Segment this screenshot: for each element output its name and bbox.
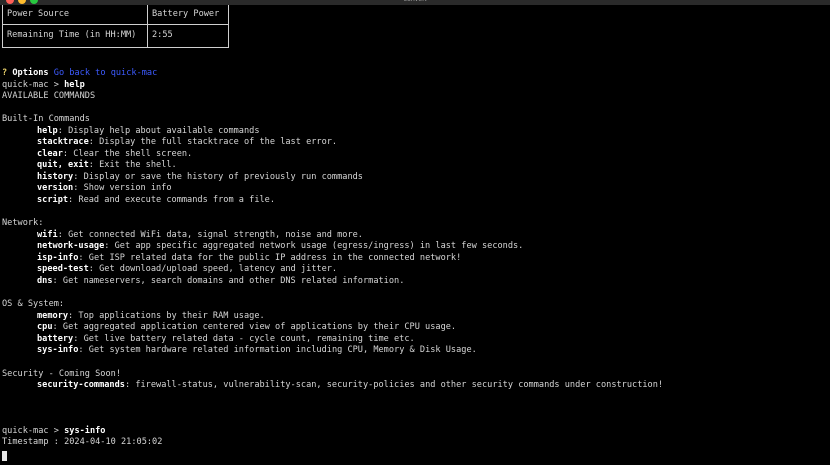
- options-marker: ?: [2, 68, 8, 78]
- entered-command: help: [64, 80, 85, 90]
- list-item: quit, exit: Exit the shell.: [37, 160, 177, 170]
- list-item: memory: Top applications by their RAM us…: [37, 311, 265, 321]
- command-description: Get live battery related data - cycle co…: [83, 334, 415, 344]
- section-title: Network:: [2, 218, 44, 228]
- command-name: sys-info: [37, 345, 79, 355]
- table-row: Power Source Battery Power: [2, 5, 229, 25]
- available-commands-heading: AVAILABLE COMMANDS: [2, 91, 96, 101]
- list-item: network-usage: Get app specific aggregat…: [37, 241, 524, 251]
- command-description: Exit the shell.: [99, 160, 177, 170]
- command-name: stacktrace: [37, 137, 89, 147]
- command-name: clear: [37, 149, 63, 159]
- list-item: wifi: Get connected WiFi data, signal st…: [37, 230, 363, 240]
- command-name: quit, exit: [37, 160, 89, 170]
- command-description: Display help about available commands: [68, 126, 260, 136]
- window-title: convert: [0, 0, 830, 4]
- command-name: dns: [37, 276, 53, 286]
- command-description: Get connected WiFi data, signal strength…: [68, 230, 363, 240]
- list-item: clear: Clear the shell screen.: [37, 149, 193, 159]
- table-cell-key: Power Source: [2, 5, 148, 25]
- list-item: history: Display or save the history of …: [37, 172, 363, 182]
- section-title: Security - Coming Soon!: [2, 369, 121, 379]
- entered-command: sys-info: [64, 426, 106, 436]
- go-back-link[interactable]: Go back to quick-mac: [54, 68, 157, 78]
- command-description: Get aggregated application centered view…: [62, 322, 457, 332]
- command-description: Get nameservers, search domains and othe…: [62, 276, 405, 286]
- table-cell-key: Remaining Time (in HH:MM): [2, 24, 148, 48]
- timestamp-line: Timestamp : 2024-04-10 21:05:02: [2, 437, 163, 447]
- list-item: speed-test: Get download/upload speed, l…: [37, 264, 338, 274]
- command-name: cpu: [37, 322, 53, 332]
- command-name: wifi: [37, 230, 58, 240]
- table-cell-value: Battery Power: [147, 5, 229, 25]
- command-name: version: [37, 183, 74, 193]
- options-line: ? Options Go back to quick-mac: [2, 68, 157, 80]
- prompt-line: quick-mac > help: [2, 80, 85, 92]
- table-row: Remaining Time (in HH:MM) 2:55: [2, 24, 229, 48]
- command-name: battery: [37, 334, 74, 344]
- options-label: Options: [12, 68, 49, 78]
- command-description: Display the full stacktrace of the last …: [99, 137, 338, 147]
- command-description: Clear the shell screen.: [73, 149, 193, 159]
- list-item: security-commands: firewall-status, vuln…: [37, 380, 664, 390]
- command-description: Read and execute commands from a file.: [78, 195, 276, 205]
- prompt: quick-mac >: [2, 80, 65, 90]
- list-item: dns: Get nameservers, search domains and…: [37, 276, 405, 286]
- command-description: Display or save the history of previousl…: [83, 172, 363, 182]
- command-description: Get app specific aggregated network usag…: [114, 241, 524, 251]
- list-item: script: Read and execute commands from a…: [37, 195, 276, 205]
- command-description: Top applications by their RAM usage.: [78, 311, 265, 321]
- prompt-line: quick-mac > sys-info: [2, 426, 106, 438]
- power-info-table: Power Source Battery Power Remaining Tim…: [2, 5, 229, 48]
- list-item: help: Display help about available comma…: [37, 126, 260, 136]
- list-item: cpu: Get aggregated application centered…: [37, 322, 457, 332]
- command-name: memory: [37, 311, 69, 321]
- list-item: battery: Get live battery related data -…: [37, 334, 415, 344]
- text-cursor: [2, 451, 7, 461]
- command-name: script: [37, 195, 69, 205]
- command-name: history: [37, 172, 74, 182]
- command-name: security-commands: [37, 380, 125, 390]
- section-title: Built-In Commands: [2, 114, 90, 124]
- list-item: sys-info: Get system hardware related in…: [37, 345, 477, 355]
- command-description: Get ISP related data for the public IP a…: [88, 253, 462, 263]
- command-name: speed-test: [37, 264, 89, 274]
- list-item: stacktrace: Display the full stacktrace …: [37, 137, 338, 147]
- command-description: Get download/upload speed, latency and j…: [99, 264, 338, 274]
- command-description: Show version info: [83, 183, 172, 193]
- command-name: help: [37, 126, 58, 136]
- terminal-output[interactable]: Power Source Battery Power Remaining Tim…: [0, 5, 830, 465]
- command-description: firewall-status, vulnerability-scan, sec…: [135, 380, 664, 390]
- section-title: OS & System:: [2, 299, 65, 309]
- command-name: network-usage: [37, 241, 105, 251]
- table-cell-value: 2:55: [147, 24, 229, 48]
- list-item: isp-info: Get ISP related data for the p…: [37, 253, 462, 263]
- command-description: Get system hardware related information …: [88, 345, 477, 355]
- prompt: quick-mac >: [2, 426, 65, 436]
- list-item: version: Show version info: [37, 183, 172, 193]
- command-name: isp-info: [37, 253, 79, 263]
